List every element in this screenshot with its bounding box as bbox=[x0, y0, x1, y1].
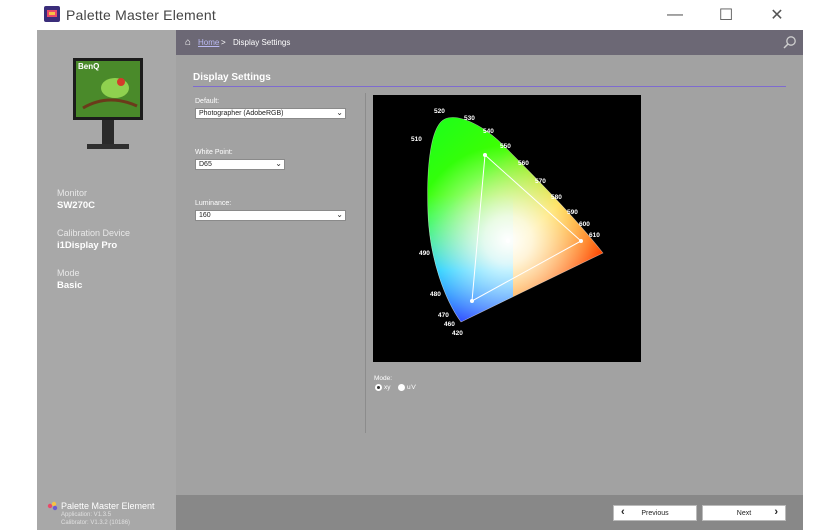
minimize-button[interactable]: — bbox=[652, 0, 698, 30]
previous-button[interactable]: ‹ Previous bbox=[613, 505, 697, 521]
luminance-select-value: 160 bbox=[199, 212, 211, 219]
main-panel: ⌂ Home > Display Settings Display Settin… bbox=[176, 30, 803, 495]
breadcrumb-home-link[interactable]: Home bbox=[198, 38, 219, 47]
next-button[interactable]: Next › bbox=[702, 505, 786, 521]
sidebar: BenQ Monitor SW270C Calibration Device i… bbox=[37, 30, 176, 530]
wavelength-label: 510 bbox=[411, 136, 422, 143]
mode-uv-label: u'v' bbox=[407, 384, 417, 391]
breadcrumb-separator: > bbox=[221, 38, 226, 47]
title-bar: Palette Master Element — ☐ ✕ bbox=[0, 0, 840, 30]
mode-xy-radio[interactable] bbox=[375, 384, 382, 391]
previous-button-label: Previous bbox=[641, 509, 669, 517]
white-point-marker bbox=[506, 239, 510, 243]
app-logo-icon bbox=[44, 6, 60, 22]
white-point-select[interactable]: D65 ⌄ bbox=[195, 159, 285, 170]
wavelength-label: 560 bbox=[518, 160, 529, 167]
white-point-select-value: D65 bbox=[199, 161, 212, 168]
wavelength-label: 550 bbox=[500, 143, 511, 150]
monitor-brand-text: BenQ bbox=[78, 62, 99, 71]
wavelength-label: 530 bbox=[464, 115, 475, 122]
wavelength-label: 480 bbox=[430, 291, 441, 298]
palette-master-logo-icon bbox=[47, 501, 58, 511]
mode-value: Basic bbox=[57, 280, 83, 291]
calibration-device-value: i1Display Pro bbox=[57, 240, 118, 251]
wavelength-label: 610 bbox=[589, 232, 600, 239]
maximize-icon: ☐ bbox=[718, 7, 734, 24]
mode-label: Mode bbox=[57, 268, 80, 278]
luminance-select[interactable]: 160 ⌄ bbox=[195, 210, 346, 221]
home-icon[interactable]: ⌂ bbox=[185, 37, 191, 48]
default-select-value: Photographer (AdobeRGB) bbox=[199, 110, 284, 117]
red-primary-point bbox=[579, 239, 583, 243]
chevron-down-icon: ⌄ bbox=[336, 210, 343, 219]
application-version: Application: V1.3.5 bbox=[61, 512, 112, 518]
search-icon[interactable] bbox=[783, 35, 797, 49]
footer-bar: ‹ Previous Next › bbox=[176, 495, 803, 530]
chevron-down-icon: ⌄ bbox=[275, 159, 282, 168]
wavelength-label: 570 bbox=[535, 178, 546, 185]
wavelength-label: 460 bbox=[444, 321, 455, 328]
wavelength-label: 580 bbox=[551, 194, 562, 201]
wavelength-label: 470 bbox=[438, 312, 449, 319]
breadcrumb-current: Display Settings bbox=[233, 38, 291, 47]
wavelength-label: 540 bbox=[483, 128, 494, 135]
monitor-image: BenQ bbox=[73, 58, 143, 149]
minimize-icon: — bbox=[667, 6, 683, 23]
window-title: Palette Master Element bbox=[66, 7, 216, 23]
maximize-button[interactable]: ☐ bbox=[703, 0, 749, 30]
mode-xy-label: xy bbox=[384, 384, 391, 391]
chevron-down-icon: ⌄ bbox=[336, 108, 343, 117]
chevron-right-icon: › bbox=[774, 506, 778, 518]
blue-primary-point bbox=[470, 299, 474, 303]
chevron-left-icon: ‹ bbox=[621, 506, 625, 518]
luminance-label: Luminance: bbox=[195, 200, 232, 207]
wavelength-label: 490 bbox=[419, 250, 430, 257]
cie-gamut-chart: 420 460 470 480 490 510 520 530 540 550 … bbox=[373, 95, 641, 362]
close-icon: ✕ bbox=[770, 7, 784, 24]
mode-uv-radio[interactable] bbox=[398, 384, 405, 391]
wavelength-label: 590 bbox=[567, 209, 578, 216]
white-point-label: White Point: bbox=[195, 149, 233, 156]
breadcrumb: ⌂ Home > Display Settings bbox=[176, 30, 803, 55]
wavelength-label: 420 bbox=[452, 330, 463, 337]
calibrator-version: Calibrator: V1.3.2 (10186) bbox=[61, 520, 131, 526]
vertical-divider bbox=[365, 93, 366, 433]
green-primary-point bbox=[483, 153, 487, 157]
calibration-device-label: Calibration Device bbox=[57, 228, 131, 238]
default-label: Default: bbox=[195, 98, 220, 105]
cie-gamut-svg: 420 460 470 480 490 510 520 530 540 550 … bbox=[411, 108, 604, 337]
next-button-label: Next bbox=[736, 509, 752, 517]
chart-mode-label: Mode: bbox=[374, 375, 393, 382]
close-button[interactable]: ✕ bbox=[754, 0, 800, 30]
title-divider bbox=[193, 86, 786, 87]
wavelength-label: 600 bbox=[579, 221, 590, 228]
default-select[interactable]: Photographer (AdobeRGB) ⌄ bbox=[195, 108, 346, 119]
wavelength-label: 520 bbox=[434, 108, 445, 115]
monitor-value: SW270C bbox=[57, 200, 96, 211]
page-title: Display Settings bbox=[193, 72, 271, 83]
monitor-label: Monitor bbox=[57, 188, 88, 198]
brand-name: Palette Master Element bbox=[61, 501, 155, 511]
